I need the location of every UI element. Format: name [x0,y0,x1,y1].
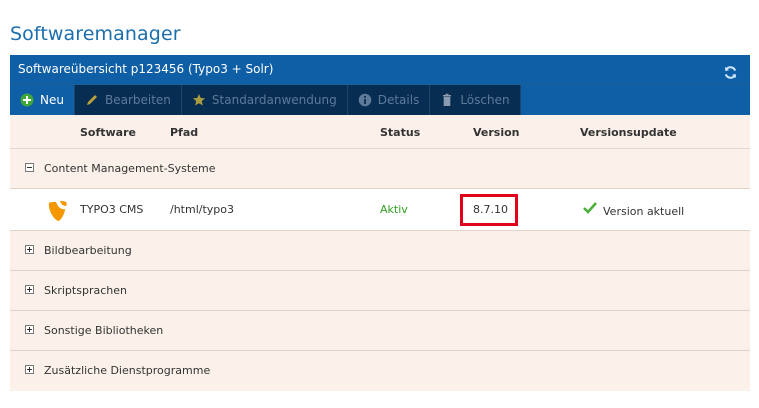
software-name: TYPO3 CMS [80,203,144,216]
toolbar-spacer [520,85,750,115]
page-title: Softwaremanager [10,23,181,45]
table-header: Software Pfad Status Version Versionsupd… [10,115,750,149]
column-header-path[interactable]: Pfad [170,126,198,139]
expand-toggle-icon[interactable] [25,245,34,254]
table-row[interactable]: TYPO3 CMS /html/typo3 Aktiv 8.7.10 Versi… [10,189,750,231]
column-header-version[interactable]: Version [473,126,520,139]
group-row-utilities[interactable]: Zusätzliche Dienstprogramme [10,351,750,391]
group-label: Sonstige Bibliotheken [44,324,164,337]
group-label: Zusätzliche Dienstprogramme [44,364,211,377]
checkmark-icon [583,202,597,217]
details-button[interactable]: Details [348,85,431,115]
refresh-icon[interactable] [723,62,738,79]
trash-icon [440,93,454,107]
star-icon [192,93,206,107]
version-update-status: Version aktuell [603,205,685,218]
details-button-label: Details [377,93,420,107]
delete-button[interactable]: Löschen [430,85,521,115]
group-label: Skriptsprachen [44,284,127,297]
default-app-button-label: Standardanwendung [211,93,337,107]
software-version: 8.7.10 [473,203,508,216]
new-button-label: Neu [40,93,64,107]
pencil-icon [85,93,99,107]
expand-toggle-icon[interactable] [25,285,34,294]
group-row-cms[interactable]: Content Management-Systeme [10,149,750,189]
typo3-logo-icon [46,200,70,225]
info-icon [358,93,372,107]
edit-button-label: Bearbeiten [104,93,171,107]
expand-toggle-icon[interactable] [25,325,34,334]
software-panel: Softwareübersicht p123456 (Typo3 + Solr)… [10,55,750,391]
column-header-status[interactable]: Status [380,126,420,139]
status-active: Aktiv [380,203,408,216]
column-header-software[interactable]: Software [80,126,136,139]
expand-toggle-icon[interactable] [25,365,34,374]
new-button[interactable]: Neu [10,85,75,115]
edit-button[interactable]: Bearbeiten [75,85,182,115]
toolbar: Neu Bearbeiten Standardanwendung Details… [10,84,750,115]
column-header-update[interactable]: Versionsupdate [580,126,677,139]
panel-title: Softwareübersicht p123456 (Typo3 + Solr) [18,62,274,76]
delete-button-label: Löschen [460,93,510,107]
default-app-button[interactable]: Standardanwendung [182,85,348,115]
software-path: /html/typo3 [170,203,235,216]
software-table: Software Pfad Status Version Versionsupd… [10,115,750,391]
group-label: Bildbearbeitung [44,244,132,257]
group-row-scripting[interactable]: Skriptsprachen [10,271,750,311]
group-row-image-editing[interactable]: Bildbearbeitung [10,231,750,271]
group-row-libraries[interactable]: Sonstige Bibliotheken [10,311,750,351]
collapse-toggle-icon[interactable] [25,163,34,172]
group-label: Content Management-Systeme [44,162,216,175]
plus-circle-icon [20,93,34,107]
panel-header: Softwareübersicht p123456 (Typo3 + Solr) [10,55,750,84]
